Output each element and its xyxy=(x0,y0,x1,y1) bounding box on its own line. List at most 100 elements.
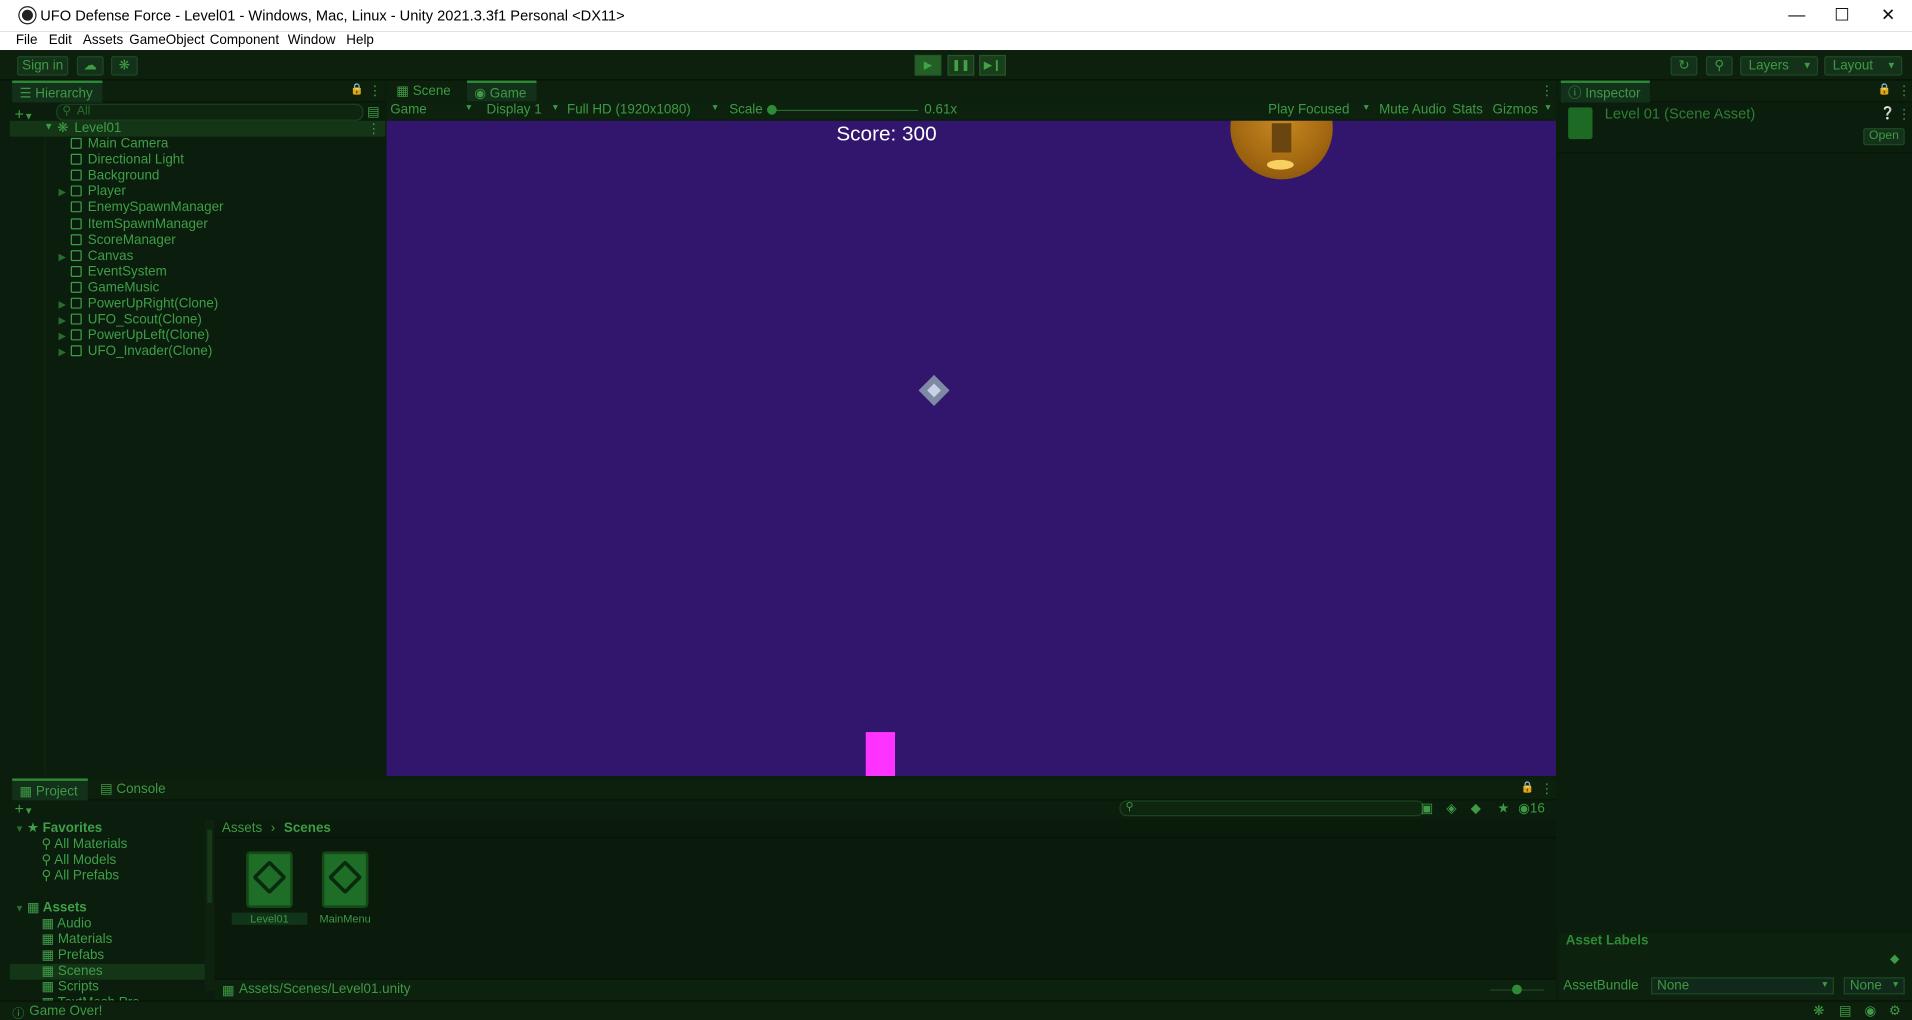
resolution-dropdown[interactable]: Full HD (1920x1080) xyxy=(567,102,691,117)
hierarchy-root-row[interactable]: ▼ ❋ Level01 ⋮ xyxy=(9,120,386,137)
folder-item[interactable]: ▦ Materials xyxy=(10,932,205,948)
expand-arrow-icon[interactable]: ▶ xyxy=(59,328,71,344)
more-menu-icon[interactable]: ⋮ xyxy=(1540,83,1553,99)
collab-icon[interactable]: ❋ xyxy=(110,56,138,76)
search-by-type-icon[interactable]: ▣ xyxy=(1421,800,1434,817)
star-icon[interactable]: ★ xyxy=(1497,800,1509,817)
sign-in-button[interactable]: Sign in xyxy=(17,56,69,76)
lock-icon[interactable]: 🔒 xyxy=(350,83,364,96)
step-button[interactable]: ▶❙ xyxy=(979,54,1006,76)
hierarchy-item[interactable]: Main Camera xyxy=(59,137,168,153)
progress-icon[interactable]: ◉ xyxy=(1864,1003,1876,1019)
lock-icon[interactable]: 🔒 xyxy=(1521,781,1535,794)
history-icon[interactable]: ↻ xyxy=(1670,56,1698,76)
display-dropdown[interactable]: Display 1 xyxy=(487,102,542,117)
hierarchy-search-input[interactable]: ⚲ All xyxy=(56,103,364,121)
hierarchy-item[interactable]: ItemSpawnManager xyxy=(59,217,208,233)
more-menu-icon[interactable]: ⋮ xyxy=(367,121,380,137)
menu-file[interactable]: File xyxy=(16,33,38,48)
expand-arrow-icon[interactable]: ▶ xyxy=(59,344,71,360)
more-menu-icon[interactable]: ⋮ xyxy=(1897,83,1910,99)
menu-assets[interactable]: Assets xyxy=(83,33,123,48)
layers-dropdown[interactable]: Layers ▼ xyxy=(1740,56,1819,76)
search-by-label-icon[interactable]: ◈ xyxy=(1446,800,1456,817)
folder-item[interactable]: ▦ Scripts xyxy=(10,980,205,996)
layout-dropdown[interactable]: Layout ▼ xyxy=(1824,56,1903,76)
menu-gameobject[interactable]: GameObject xyxy=(129,33,204,48)
file-level01[interactable]: Level01 xyxy=(231,847,308,925)
scale-slider-track[interactable] xyxy=(769,109,919,112)
tree-scrollbar[interactable] xyxy=(204,819,215,991)
scrollbar-thumb[interactable] xyxy=(207,829,213,903)
hierarchy-item[interactable]: ScoreManager xyxy=(59,233,176,249)
favorite-item[interactable]: ⚲ All Models xyxy=(41,853,116,869)
view-mode-dropdown[interactable]: Game xyxy=(390,102,427,117)
breadcrumb-scenes[interactable]: Scenes xyxy=(284,821,331,836)
hierarchy-item[interactable]: ▶ Canvas xyxy=(59,249,134,265)
hierarchy-item[interactable]: Background xyxy=(59,169,159,185)
hierarchy-item[interactable]: ▶ Player xyxy=(59,185,126,201)
tab-scene[interactable]: ▦ Scene xyxy=(389,81,461,103)
tab-hierarchy[interactable]: ☰ Hierarchy xyxy=(12,80,103,103)
favorite-item[interactable]: ⚲ All Materials xyxy=(41,837,127,853)
stats-toggle[interactable]: Stats xyxy=(1452,102,1483,117)
scale-slider-handle[interactable] xyxy=(766,104,777,115)
assetbundle-dropdown[interactable]: None ▼ xyxy=(1651,977,1834,995)
zoom-slider-handle[interactable] xyxy=(1512,984,1522,995)
play-focused-dropdown[interactable]: Play Focused xyxy=(1268,102,1349,117)
menu-edit[interactable]: Edit xyxy=(49,33,72,48)
minimize-icon[interactable]: — xyxy=(1774,0,1819,32)
open-button[interactable]: Open xyxy=(1863,128,1905,146)
hierarchy-item[interactable]: ▶ UFO_Scout(Clone) xyxy=(59,312,202,328)
hierarchy-item[interactable]: EventSystem xyxy=(59,265,167,281)
game-canvas[interactable]: Score: 300 xyxy=(386,120,1556,776)
close-icon[interactable]: ✕ xyxy=(1866,0,1911,32)
more-menu-icon[interactable]: ⋮ xyxy=(1897,106,1910,122)
expand-arrow-icon[interactable]: ▶ xyxy=(59,296,71,312)
tag-icon[interactable]: ◆ xyxy=(1471,800,1481,817)
menu-help[interactable]: Help xyxy=(346,33,374,48)
favorites-group[interactable]: ▼ ★ Favorites xyxy=(15,821,103,837)
tab-console[interactable]: ▤ Console xyxy=(93,778,176,800)
help-icon[interactable]: ❔ xyxy=(1880,107,1895,120)
folder-item[interactable]: ▦ Prefabs xyxy=(10,948,205,964)
menu-window[interactable]: Window xyxy=(288,33,336,48)
play-button[interactable]: ▶ xyxy=(914,54,942,76)
filter-icon[interactable]: ▤ xyxy=(367,104,380,120)
hierarchy-item[interactable]: ▶ PowerUpRight(Clone) xyxy=(59,296,219,312)
more-menu-icon[interactable]: ⋮ xyxy=(368,83,381,99)
status-message[interactable]: Game Over! xyxy=(29,1004,102,1019)
menu-component[interactable]: Component xyxy=(210,33,279,48)
folder-item[interactable]: ▦ Scenes xyxy=(9,963,205,980)
hierarchy-item[interactable]: ▶ UFO_Invader(Clone) xyxy=(59,344,213,360)
expand-arrow-icon[interactable]: ▶ xyxy=(59,312,71,328)
project-search-input[interactable]: ⚲ xyxy=(1119,800,1425,817)
tag-icon[interactable]: ◆ xyxy=(1890,953,1899,966)
hidden-packages-toggle[interactable]: ◉16 xyxy=(1518,800,1545,817)
gizmos-dropdown[interactable]: Gizmos xyxy=(1493,102,1538,117)
tab-inspector[interactable]: ⓘ Inspector xyxy=(1560,80,1651,103)
settings-icon[interactable]: ⚙ xyxy=(1889,1003,1901,1019)
hierarchy-item[interactable]: ▶ PowerUpLeft(Clone) xyxy=(59,328,210,344)
search-icon[interactable]: ⚲ xyxy=(1705,56,1733,76)
hierarchy-item[interactable]: Directional Light xyxy=(59,153,184,169)
more-menu-icon[interactable]: ⋮ xyxy=(1540,781,1553,797)
expand-arrow-icon[interactable]: ▶ xyxy=(59,185,71,201)
expand-arrow-icon[interactable]: ▶ xyxy=(59,249,71,265)
file-mainmenu[interactable]: MainMenu xyxy=(317,847,373,925)
maximize-icon[interactable]: ☐ xyxy=(1819,0,1864,32)
hierarchy-item[interactable]: GameMusic xyxy=(59,280,159,296)
tab-project[interactable]: ▦ Project xyxy=(12,778,88,801)
bug-icon[interactable]: ❋ xyxy=(1813,1003,1824,1019)
mute-audio-toggle[interactable]: Mute Audio xyxy=(1379,102,1446,117)
hierarchy-item[interactable]: EnemySpawnManager xyxy=(59,201,224,217)
folder-item[interactable]: ▦ Audio xyxy=(10,916,205,932)
breadcrumb-assets[interactable]: Assets xyxy=(222,821,262,836)
favorite-item[interactable]: ⚲ All Prefabs xyxy=(41,869,119,885)
stack-icon[interactable]: ▤ xyxy=(1839,1003,1852,1019)
cloud-icon[interactable]: ☁ xyxy=(76,56,104,76)
variant-dropdown[interactable]: None ▼ xyxy=(1843,977,1905,995)
tab-game[interactable]: ◉ Game xyxy=(467,80,537,103)
add-icon[interactable]: +▼ xyxy=(15,799,34,817)
assets-group[interactable]: ▼ ▦ Assets xyxy=(15,900,87,916)
